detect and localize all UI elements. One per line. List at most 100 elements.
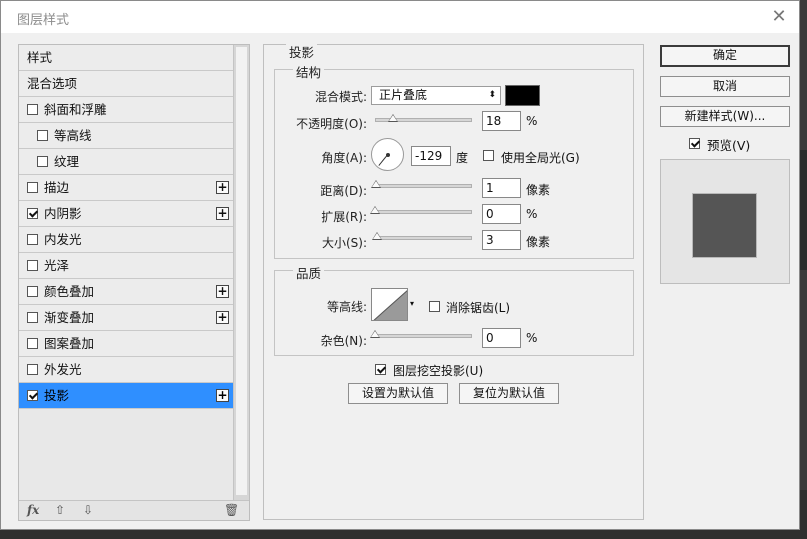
style-list-item-label: 斜面和浮雕 xyxy=(44,102,107,117)
angle-unit: 度 xyxy=(456,151,469,165)
global-light-checkbox[interactable] xyxy=(483,150,494,161)
spread-input[interactable]: 0 xyxy=(482,204,521,224)
style-list-item[interactable]: 投影 + xyxy=(19,383,233,409)
style-checkbox[interactable] xyxy=(27,364,38,375)
contour-label: 等高线: xyxy=(326,300,367,314)
style-list-item[interactable]: 纹理 xyxy=(19,149,233,175)
shadow-color-swatch[interactable] xyxy=(505,85,540,106)
noise-slider[interactable] xyxy=(375,334,472,338)
distance-input[interactable]: 1 xyxy=(482,178,521,198)
style-list-item[interactable]: 图案叠加 xyxy=(19,331,233,357)
add-effect-icon[interactable]: + xyxy=(216,285,229,298)
style-checkbox[interactable] xyxy=(27,390,38,401)
style-list-item[interactable]: 内阴影 + xyxy=(19,201,233,227)
style-list-item[interactable]: 光泽 xyxy=(19,253,233,279)
distance-slider-thumb[interactable] xyxy=(371,180,381,188)
preview-square xyxy=(693,194,756,257)
opacity-label: 不透明度(O): xyxy=(296,117,367,131)
style-list-item[interactable]: 外发光 xyxy=(19,357,233,383)
move-down-icon[interactable]: ⇩ xyxy=(83,503,93,517)
add-effect-icon[interactable]: + xyxy=(216,389,229,402)
style-list-item-label: 内发光 xyxy=(44,232,82,247)
style-list-item-label: 渐变叠加 xyxy=(44,310,95,325)
style-list-item[interactable]: 渐变叠加 + xyxy=(19,305,233,331)
close-icon[interactable]: ✕ xyxy=(767,5,791,29)
new-style-button[interactable]: 新建样式(W)... xyxy=(660,106,790,127)
style-list-item-label: 描边 xyxy=(44,180,70,195)
preview-checkbox[interactable] xyxy=(689,138,700,149)
quality-title: 品质 xyxy=(293,263,325,282)
contour-curve-icon xyxy=(373,290,407,320)
style-list-item-label: 外发光 xyxy=(44,362,82,377)
noise-label: 杂色(N): xyxy=(320,334,367,348)
dialog-titlebar: 图层样式 ✕ xyxy=(1,1,799,33)
angle-dial[interactable] xyxy=(371,138,404,171)
angle-label: 角度(A): xyxy=(321,151,367,165)
style-checkbox[interactable] xyxy=(37,130,48,141)
style-list-item[interactable]: 颜色叠加 + xyxy=(19,279,233,305)
distance-slider[interactable] xyxy=(375,184,472,188)
dial-hand xyxy=(378,154,388,166)
opacity-input[interactable]: 18 xyxy=(482,111,521,131)
make-default-button[interactable]: 设置为默认值 xyxy=(348,383,448,404)
style-list-item[interactable]: 斜面和浮雕 xyxy=(19,97,233,123)
style-checkbox[interactable] xyxy=(27,104,38,115)
blend-mode-select[interactable]: 正片叠底 ⬍ xyxy=(371,86,501,105)
style-checkbox[interactable] xyxy=(27,182,38,193)
style-list-item-label: 混合选项 xyxy=(27,76,78,91)
style-checkbox[interactable] xyxy=(27,234,38,245)
opacity-slider-thumb[interactable] xyxy=(388,114,398,122)
knockout-checkbox[interactable] xyxy=(375,364,386,375)
style-list-scrollbar[interactable] xyxy=(233,45,249,500)
noise-unit: % xyxy=(526,331,538,345)
spread-slider-thumb[interactable] xyxy=(370,206,380,214)
size-slider-thumb[interactable] xyxy=(372,232,382,240)
quality-group: 品质 等高线: ▾ 消除锯齿(L) 杂色(N): 0 % xyxy=(274,263,634,356)
style-checkbox[interactable] xyxy=(27,260,38,271)
knockout-label: 图层挖空投影(U) xyxy=(393,364,484,378)
antialias-label: 消除锯齿(L) xyxy=(446,301,511,315)
angle-input[interactable]: -129 xyxy=(411,146,451,166)
size-slider[interactable] xyxy=(375,236,472,240)
noise-input[interactable]: 0 xyxy=(482,328,521,348)
add-effect-icon[interactable]: + xyxy=(216,207,229,220)
style-list-item-label: 光泽 xyxy=(44,258,70,273)
add-effect-icon[interactable]: + xyxy=(216,181,229,194)
noise-slider-thumb[interactable] xyxy=(370,330,380,338)
size-input[interactable]: 3 xyxy=(482,230,521,250)
style-list-item-label: 等高线 xyxy=(54,128,92,143)
style-list-panel: 样式 混合选项 斜面和浮雕 等高线 纹理 描边 + 内阴影 + 内发光 光泽 颜色叠加 + 渐变叠加 + 图案… xyxy=(18,44,250,521)
style-checkbox[interactable] xyxy=(27,338,38,349)
style-list-item[interactable]: 描边 + xyxy=(19,175,233,201)
style-list-item[interactable]: 样式 xyxy=(19,45,233,71)
style-checkbox[interactable] xyxy=(27,312,38,323)
style-checkbox[interactable] xyxy=(27,286,38,297)
ok-button[interactable]: 确定 xyxy=(660,45,790,67)
add-effect-icon[interactable]: + xyxy=(216,311,229,324)
scrollbar-thumb[interactable] xyxy=(236,47,247,495)
contour-preview[interactable] xyxy=(371,288,408,321)
blend-mode-value: 正片叠底 xyxy=(379,88,428,102)
spread-label: 扩展(R): xyxy=(321,210,367,224)
cancel-button[interactable]: 取消 xyxy=(660,76,790,97)
style-checkbox[interactable] xyxy=(37,156,48,167)
antialias-checkbox[interactable] xyxy=(429,301,440,312)
trash-icon[interactable]: 🗑 xyxy=(224,503,239,517)
global-light-label: 使用全局光(G) xyxy=(501,151,580,165)
spread-slider[interactable] xyxy=(375,210,472,214)
style-list-item[interactable]: 内发光 xyxy=(19,227,233,253)
move-up-icon[interactable]: ⇧ xyxy=(55,503,65,517)
style-list-item-label: 颜色叠加 xyxy=(44,284,95,299)
preview-box xyxy=(660,159,790,284)
section-title: 投影 xyxy=(286,42,318,61)
style-list-item[interactable]: 混合选项 xyxy=(19,71,233,97)
style-list-item-label: 纹理 xyxy=(54,154,80,169)
distance-label: 距离(D): xyxy=(320,184,367,198)
contour-dropdown-icon[interactable]: ▾ xyxy=(410,299,414,308)
reset-default-button[interactable]: 复位为默认值 xyxy=(459,383,559,404)
structure-group: 结构 混合模式: 正片叠底 ⬍ 不透明度(O): 18 % 角度(A): -12… xyxy=(274,62,634,259)
style-checkbox[interactable] xyxy=(27,208,38,219)
style-list-item-label: 投影 xyxy=(44,388,70,403)
style-list-item[interactable]: 等高线 xyxy=(19,123,233,149)
fx-icon[interactable]: fx xyxy=(27,503,39,517)
